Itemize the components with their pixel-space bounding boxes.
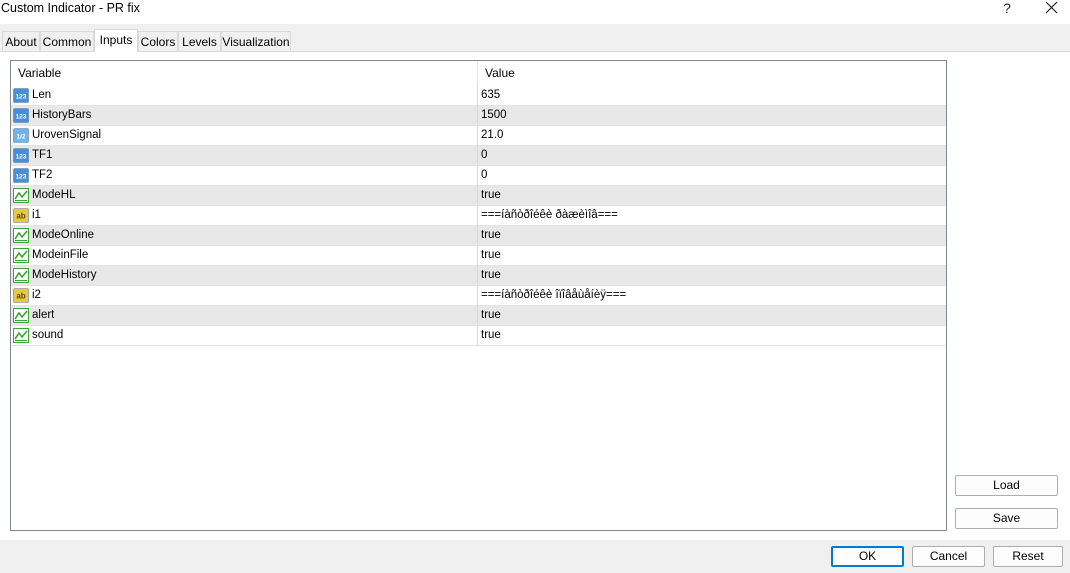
integer-icon: 123 [13, 88, 29, 103]
variable-value[interactable]: true [481, 226, 501, 245]
reset-button[interactable]: Reset [993, 546, 1063, 567]
cell-divider [477, 226, 478, 246]
svg-text:123: 123 [16, 114, 27, 121]
variable-name: ModeHL [32, 189, 76, 201]
cell-divider [477, 266, 478, 286]
table-row[interactable]: 123 TF2 0 [11, 166, 946, 186]
integer-icon: 123 [13, 108, 29, 123]
variable-value[interactable]: true [481, 326, 501, 345]
table-row[interactable]: ModeOnline true [11, 226, 946, 246]
table-row[interactable]: ab i1 ===íàñòðîéêè ðàæèìîâ=== [11, 206, 946, 226]
help-icon: ? [1003, 0, 1011, 16]
help-button[interactable]: ? [996, 0, 1018, 20]
cell-divider [477, 146, 478, 166]
svg-text:123: 123 [16, 174, 27, 181]
svg-text:ab: ab [16, 212, 25, 221]
bool-icon [13, 188, 29, 203]
cell-divider [477, 206, 478, 226]
table-row[interactable]: 123 TF1 0 [11, 146, 946, 166]
variable-name: UrovenSignal [32, 129, 102, 141]
variable-name: ModeHistory [32, 269, 97, 281]
variable-value[interactable]: true [481, 306, 501, 325]
cell-divider [477, 166, 478, 186]
variable-name: sound [32, 329, 64, 341]
table-row[interactable]: ModeHistory true [11, 266, 946, 286]
ok-button[interactable]: OK [831, 546, 904, 567]
variable-value[interactable]: 0 [481, 146, 487, 165]
cancel-button[interactable]: Cancel [912, 546, 985, 567]
inputs-grid[interactable]: Variable Value 123 Len 635 123 HistoryBars 15… [10, 60, 947, 531]
bool-icon [13, 248, 29, 263]
bool-icon [13, 308, 29, 323]
table-row[interactable]: sound true [11, 326, 946, 346]
variable-value[interactable]: true [481, 266, 501, 285]
variable-value[interactable]: true [481, 246, 501, 265]
bool-icon [13, 268, 29, 283]
column-header-variable[interactable]: Variable [11, 61, 477, 86]
cell-divider [477, 246, 478, 266]
variable-name: ModeOnline [32, 229, 95, 241]
svg-text:ab: ab [16, 292, 25, 301]
grid-header: Variable Value [11, 61, 946, 86]
table-row[interactable]: 123 Len 635 [11, 86, 946, 106]
cell-divider [477, 86, 478, 106]
table-row[interactable]: 1/2 UrovenSignal 21.0 [11, 126, 946, 146]
integer-icon: 123 [13, 148, 29, 163]
tab-visualization[interactable]: Visualization [221, 31, 291, 51]
variable-value[interactable]: 0 [481, 166, 487, 185]
string-icon: ab [13, 288, 29, 303]
svg-text:123: 123 [16, 94, 27, 101]
string-icon: ab [13, 208, 29, 223]
variable-name: TF1 [32, 149, 53, 161]
variable-value[interactable]: ===íàñòðîéêè ðàæèìîâ=== [481, 206, 618, 225]
variable-name: HistoryBars [32, 109, 92, 121]
svg-text:123: 123 [16, 154, 27, 161]
cell-divider [477, 306, 478, 326]
tab-inputs[interactable]: Inputs [94, 29, 138, 52]
tab-colors[interactable]: Colors [138, 31, 178, 51]
close-icon [1045, 1, 1058, 14]
dialog-window: Custom Indicator - PR fix ? About Common… [0, 0, 1070, 573]
variable-name: Len [32, 89, 52, 101]
cell-divider [477, 126, 478, 146]
save-button[interactable]: Save [955, 508, 1058, 529]
svg-text:1/2: 1/2 [16, 134, 25, 141]
variable-name: i2 [32, 289, 41, 301]
table-row[interactable]: ModeHL true [11, 186, 946, 206]
double-icon: 1/2 [13, 128, 29, 143]
bool-icon [13, 228, 29, 243]
tab-common[interactable]: Common [40, 31, 94, 51]
variable-name: i1 [32, 209, 41, 221]
load-button[interactable]: Load [955, 475, 1058, 496]
close-button[interactable] [1040, 0, 1062, 18]
window-title: Custom Indicator - PR fix [1, 1, 140, 15]
variable-value[interactable]: true [481, 186, 501, 205]
variable-value[interactable]: ===íàñòðîéêè îïîâåùåíèÿ=== [481, 286, 626, 305]
variable-value[interactable]: 21.0 [481, 126, 503, 145]
tab-about[interactable]: About [2, 31, 40, 51]
variable-name: alert [32, 309, 55, 321]
table-row[interactable]: ModeinFile true [11, 246, 946, 266]
variable-value[interactable]: 635 [481, 86, 500, 105]
title-bar: Custom Indicator - PR fix ? [0, 0, 1070, 24]
bool-icon [13, 328, 29, 343]
cell-divider [477, 106, 478, 126]
variable-name: ModeinFile [32, 249, 89, 261]
cell-divider [477, 186, 478, 206]
table-row[interactable]: 123 HistoryBars 1500 [11, 106, 946, 126]
table-row[interactable]: alert true [11, 306, 946, 326]
dialog-footer [0, 540, 1070, 573]
tab-levels[interactable]: Levels [178, 31, 221, 51]
cell-divider [477, 326, 478, 346]
cell-divider [477, 286, 478, 306]
table-row[interactable]: ab i2 ===íàñòðîéêè îïîâåùåíèÿ=== [11, 286, 946, 306]
column-header-value[interactable]: Value [478, 61, 946, 86]
variable-name: TF2 [32, 169, 53, 181]
variable-value[interactable]: 1500 [481, 106, 507, 125]
integer-icon: 123 [13, 168, 29, 183]
